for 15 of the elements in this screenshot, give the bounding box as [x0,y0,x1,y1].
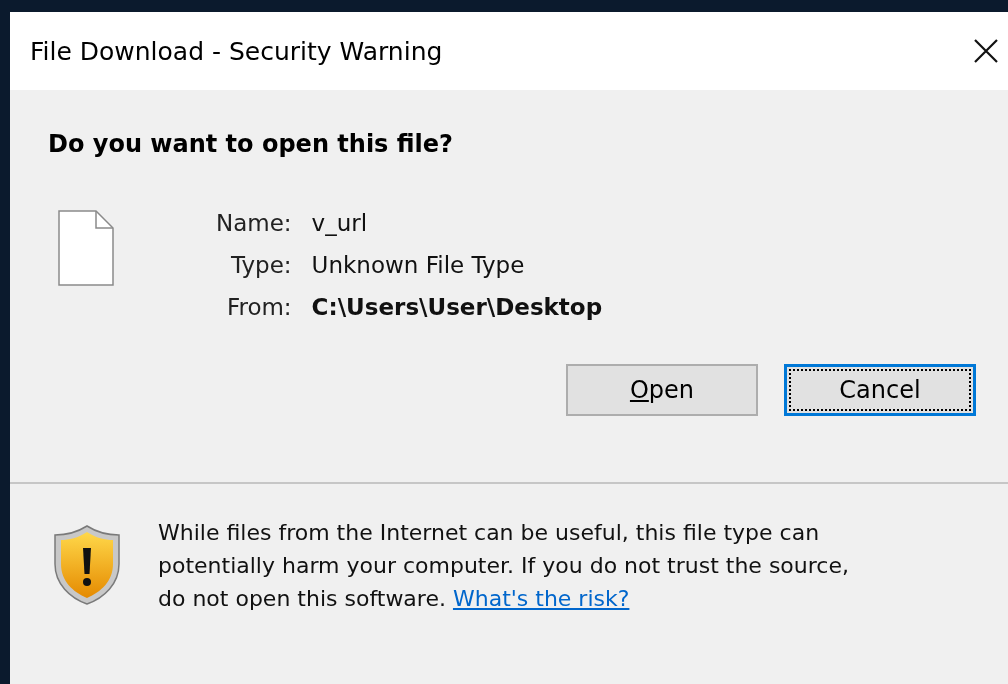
dialog-heading: Do you want to open this file? [48,130,454,158]
window-title: File Download - Security Warning [30,36,443,66]
field-label: Name: [216,210,292,236]
field-label: Type: [230,252,292,278]
field-value: C:\Users\User\Desktop [311,294,603,320]
dialog-button[interactable]: Open [566,364,758,416]
close-icon[interactable] [972,37,1000,65]
warning-shield-icon [52,524,122,606]
risk-link[interactable]: What's the risk? [452,586,630,611]
dialog-button[interactable]: Cancel [784,364,976,416]
warning-message: While files from the Internet can be useful, this file type can potentially harm your computer. If you do not trust the source, do not open this software. What's the risk? [158,519,850,613]
file-icon [58,210,114,286]
field-value: Unknown File Type [311,252,526,278]
field-value: v_url [311,210,369,236]
field-label: From: [225,294,292,320]
